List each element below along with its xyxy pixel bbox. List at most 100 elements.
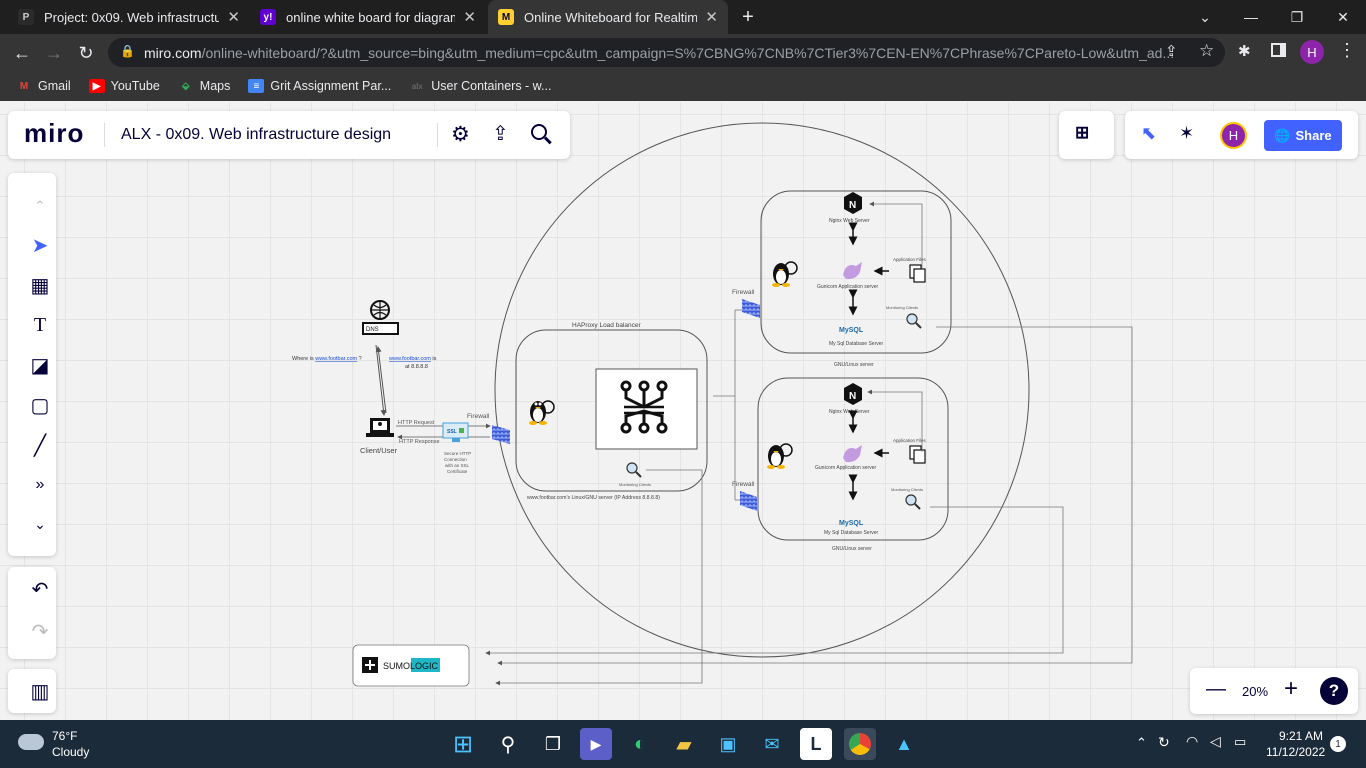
search-icon[interactable]: ⚲ — [492, 728, 524, 760]
battery-icon[interactable]: ▭ — [1234, 734, 1246, 750]
help-button[interactable]: ? — [1320, 677, 1348, 705]
firewall-label: Firewall — [732, 289, 755, 296]
load-balancer-title: HAProxy Load balancer — [572, 322, 641, 329]
close-icon[interactable]: ✕ — [705, 8, 718, 26]
forward-icon[interactable]: → — [41, 40, 67, 66]
tab-miro[interactable]: M Online Whiteboard for Realtime C ✕ — [488, 0, 728, 34]
magnifier-icon — [905, 494, 921, 510]
select-cursor-icon[interactable]: ➤ — [24, 229, 56, 261]
side-panel-icon[interactable] — [1271, 43, 1286, 57]
minimize-icon[interactable]: — — [1228, 0, 1274, 34]
frames-sidebar-icon[interactable]: ▥ — [24, 675, 56, 707]
miro-logo[interactable]: miro — [24, 118, 84, 149]
lock-icon: 🔒 — [120, 44, 135, 58]
sync-icon[interactable]: ↻ — [1158, 734, 1170, 751]
mysql-label: My Sql Database Server — [824, 530, 879, 536]
ssl-monitor-icon: SSL — [442, 422, 469, 442]
linux-tux-icon — [529, 400, 555, 425]
bookmark-user-containers[interactable]: alx User Containers - w... — [409, 79, 552, 93]
celebrate-icon[interactable]: ✶ — [1179, 123, 1194, 144]
collapse-up-icon[interactable]: ⌃ — [24, 190, 56, 222]
bookmark-youtube[interactable]: ▶ YouTube — [88, 79, 160, 93]
windows-taskbar: 76°F Cloudy ⊞ ⚲ ❐ ▶ ◐ ▰ ▣ ✉ L ▲ ⌃ ↻ ◠ ◁ … — [0, 720, 1366, 768]
cursor-follow-icon[interactable]: ⬉ — [1141, 123, 1156, 144]
back-icon[interactable]: ← — [9, 40, 35, 66]
shape-square-icon[interactable]: ▢ — [24, 389, 56, 421]
photos-icon[interactable]: ▲ — [888, 728, 920, 760]
files-icon — [909, 445, 926, 464]
gunicorn-label: Gunicorn Application server — [817, 284, 878, 290]
sumologic-logo: SUMOLOGIC — [383, 661, 439, 671]
url-host: miro.com — [144, 44, 202, 61]
files-icon — [909, 264, 926, 283]
more-tools-icon[interactable]: » — [24, 469, 56, 501]
mysql-logo: MySQL — [839, 327, 864, 334]
chevron-down-icon[interactable]: ⌄ — [1182, 0, 1228, 34]
tray-chevron-up-icon[interactable]: ⌃ — [1136, 735, 1147, 751]
chrome-logo — [849, 733, 871, 755]
bookmark-label: User Containers - w... — [431, 79, 552, 93]
edge-browser-icon[interactable]: ◐ — [624, 728, 656, 760]
close-icon[interactable]: ✕ — [463, 8, 476, 26]
text-tool-icon[interactable]: T — [24, 309, 56, 341]
weather-temp: 76°F — [52, 729, 78, 743]
user-avatar[interactable]: H — [1220, 122, 1247, 149]
bookmark-gmail[interactable]: M Gmail — [16, 79, 71, 93]
new-tab-button[interactable]: + — [725, 0, 771, 34]
undo-icon[interactable]: ↶ — [24, 573, 56, 605]
templates-icon[interactable]: ▦ — [24, 269, 56, 301]
volume-icon[interactable]: ◁ — [1210, 733, 1221, 750]
chrome-icon[interactable] — [844, 728, 876, 760]
task-view-icon[interactable]: ❐ — [537, 728, 569, 760]
menu-kebab-icon[interactable]: ⋮ — [1338, 40, 1356, 61]
profile-avatar[interactable]: H — [1300, 40, 1324, 64]
mail-icon[interactable]: ✉ — [756, 728, 788, 760]
whiteboard-canvas[interactable]: DNS Where is www.footbar.com ? www.footb… — [0, 102, 1366, 720]
wifi-icon[interactable]: ◠ — [1186, 733, 1198, 750]
docs-icon: ≡ — [248, 79, 265, 93]
file-explorer-icon[interactable]: ▰ — [668, 728, 700, 760]
restore-icon[interactable]: ❐ — [1274, 0, 1320, 34]
launcher-l-icon[interactable]: L — [800, 728, 832, 760]
expand-down-icon[interactable]: ⌄ — [24, 508, 56, 540]
containers-icon: alx — [411, 81, 423, 91]
magnifier-icon — [906, 313, 922, 329]
reload-icon[interactable]: ↻ — [73, 40, 99, 66]
window-close-icon[interactable]: ✕ — [1320, 0, 1366, 34]
tab-project[interactable]: P Project: 0x09. Web infrastructure ✕ — [8, 0, 250, 34]
apps-grid-icon[interactable]: ⊞ — [1075, 123, 1089, 143]
http-request-label: HTTP Request — [398, 420, 435, 426]
client-label: Client/User — [360, 446, 398, 455]
share-button[interactable]: 🌐 Share — [1264, 120, 1342, 151]
sticky-note-icon[interactable]: ◪ — [24, 349, 56, 381]
gunicorn-icon — [843, 262, 862, 280]
clock-time[interactable]: 9:21 AM — [1279, 729, 1323, 743]
line-tool-icon[interactable]: ╱ — [24, 429, 56, 461]
board-title[interactable]: ALX - 0x09. Web infrastructure design — [121, 126, 391, 144]
teams-chat-icon[interactable]: ▶ — [580, 728, 612, 760]
redo-icon[interactable]: ↷ — [24, 615, 56, 647]
tab-yahoo[interactable]: y! online white board for diagrams ✕ — [250, 0, 486, 34]
haproxy-icon-box — [595, 368, 698, 450]
firewall-icon — [742, 299, 760, 318]
zoom-level[interactable]: 20% — [1242, 684, 1268, 699]
bookmark-maps[interactable]: ⬙ Maps — [178, 79, 230, 93]
frames-panel: ▥ — [8, 669, 56, 713]
microsoft-store-icon[interactable]: ▣ — [712, 728, 744, 760]
windows-start-icon[interactable]: ⊞ — [447, 728, 479, 760]
address-bar[interactable]: 🔒 miro.com/online-whiteboard/?&utm_sourc… — [108, 38, 1225, 67]
clock-date[interactable]: 11/12/2022 — [1266, 745, 1325, 759]
zoom-in-button[interactable]: + — [1284, 675, 1298, 703]
export-upload-icon[interactable]: ⇪ — [492, 121, 509, 146]
tab-favicon: P — [18, 9, 34, 25]
bookmark-grit[interactable]: ≡ Grit Assignment Par... — [248, 79, 391, 93]
extensions-icon[interactable]: ✱ — [1238, 42, 1251, 60]
bookmark-star-icon[interactable]: ☆ — [1199, 41, 1214, 61]
share-page-icon[interactable]: ⇪ — [1165, 42, 1178, 60]
zoom-out-button[interactable]: — — [1206, 678, 1226, 701]
settings-gear-icon[interactable]: ⚙ — [451, 122, 470, 147]
cloudy-weather-icon — [18, 734, 44, 750]
close-icon[interactable]: ✕ — [227, 8, 240, 26]
firewall-icon — [740, 491, 757, 511]
notification-badge[interactable]: 1 — [1330, 736, 1346, 752]
